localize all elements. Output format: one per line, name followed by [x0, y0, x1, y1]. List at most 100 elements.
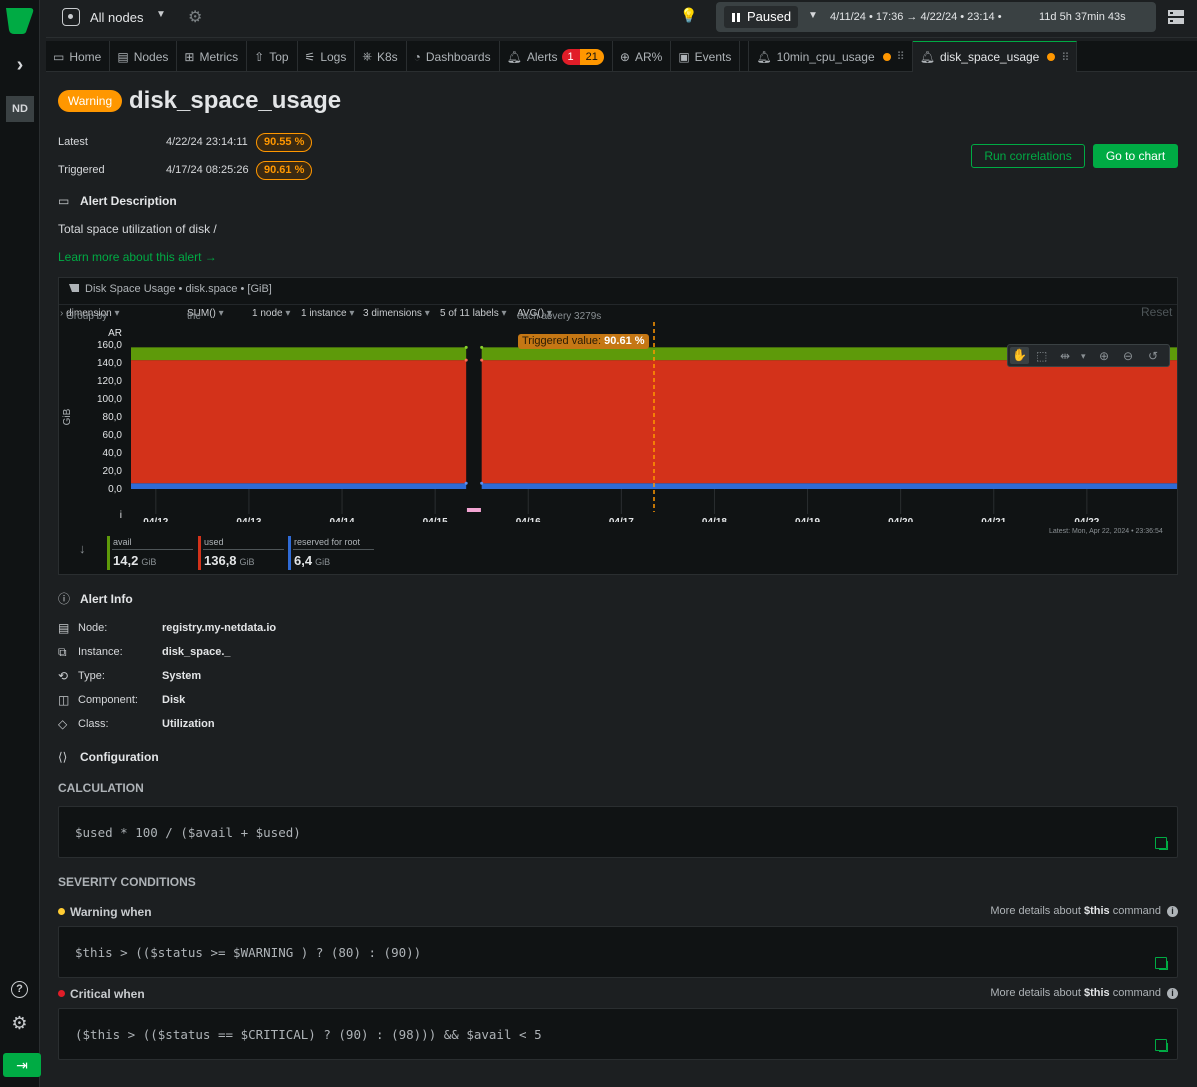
tab-bar: ▭ Home ▤ Nodes ⊞ Metrics ⇧ Top ⚟ Logs ⎈ K8s ◔ D…	[46, 41, 1197, 72]
chevron-down-icon[interactable]: ▼	[808, 10, 818, 21]
annotation-marker	[466, 508, 481, 512]
lightbulb-icon[interactable]: 💡	[680, 7, 697, 24]
horizontal-select-icon[interactable]: ⇹	[1060, 349, 1070, 363]
zoom-out-icon[interactable]: ⊖	[1123, 349, 1133, 363]
labels-filter[interactable]: 5 of 11 labels ▾	[440, 308, 507, 319]
severity-conditions-heading: SEVERITY CONDITIONS	[58, 875, 196, 889]
tab-events[interactable]: ▣ Events	[671, 41, 741, 72]
info-icon[interactable]: i	[1167, 906, 1178, 917]
tab-metrics[interactable]: ⊞ Metrics	[177, 41, 248, 72]
pause-button[interactable]: Paused	[724, 6, 798, 28]
y-tick-label: 140,0	[97, 358, 122, 369]
gap-marker	[480, 358, 484, 362]
tab-anomaly-rate[interactable]: ⊕ AR%	[613, 41, 672, 72]
time-duration-text[interactable]: 11d 5h 37min 43s	[1039, 11, 1126, 23]
gap-marker	[464, 358, 468, 362]
time-aggregation-selector[interactable]: each as AVG() every 3279s ▾	[517, 308, 601, 322]
legend-color-bar	[288, 536, 291, 570]
dimensions-filter[interactable]: 3 dimensions ▾	[363, 308, 430, 319]
tab-disk-space-usage[interactable]: 🔔︎ disk_space_usage ⠿	[912, 41, 1078, 72]
legend-item-avail[interactable]: avail 14,2 GiB	[107, 536, 193, 570]
select-area-icon[interactable]: ⬚	[1036, 349, 1047, 363]
nodes-selector[interactable]: All nodes	[90, 10, 143, 25]
space-avatar[interactable]: ND	[6, 96, 34, 122]
drag-handle-icon[interactable]: ⠿	[1061, 51, 1069, 64]
server-stack-icon[interactable]	[1168, 9, 1184, 25]
legend-color-bar	[107, 536, 110, 570]
chevron-down-icon[interactable]: ▾	[1081, 351, 1086, 362]
x-tick-label: 04/18	[702, 517, 727, 522]
info-key: Node:	[78, 622, 108, 634]
copy-icon[interactable]	[1155, 837, 1168, 850]
triggered-value-badge: 90.61 %	[256, 161, 313, 180]
arrow-down-icon[interactable]: ↓	[79, 541, 86, 556]
page-title: disk_space_usage	[129, 87, 342, 114]
nodes-filter[interactable]: 1 node ▾	[252, 308, 290, 319]
x-tick-label: 04/19	[795, 517, 820, 522]
tab-10min-cpu-usage[interactable]: 🔔︎ 10min_cpu_usage ⠿	[748, 41, 913, 72]
expand-sidebar-icon[interactable]: ›	[9, 54, 31, 76]
room-settings-gear-icon[interactable]: ⚙	[188, 7, 202, 27]
tab-k8s[interactable]: ⎈ K8s	[355, 41, 407, 72]
events-icon: ▣	[678, 49, 690, 64]
chart-title: Disk Space Usage • disk.space • [GiB]	[69, 283, 272, 295]
copy-icon[interactable]	[1155, 1039, 1168, 1052]
chevron-down-icon[interactable]: ▼	[156, 9, 166, 20]
copy-icon[interactable]	[1155, 957, 1168, 970]
legend-value-number: 14,2	[113, 553, 139, 568]
info-key: Type:	[78, 670, 105, 682]
info-icon[interactable]: i	[1167, 988, 1178, 999]
sign-in-button[interactable]: ⇥	[3, 1053, 41, 1077]
triggered-time: 4/17/24 08:25:26	[166, 164, 249, 176]
tab-nodes[interactable]: ▤ Nodes	[110, 41, 178, 72]
legend-value: 14,2 GiB	[113, 553, 156, 568]
tab-label: disk_space_usage	[939, 50, 1040, 64]
info-value: registry.my-netdata.io	[162, 622, 277, 634]
tab-top[interactable]: ⇧ Top	[247, 41, 298, 72]
time-range-text[interactable]: 4/11/24 • 17:36 → 4/22/24 • 23:14 •	[830, 11, 1002, 23]
pan-hand-icon[interactable]: ✋	[1010, 347, 1029, 364]
x-tick-label: 04/14	[330, 517, 355, 522]
chart-icon	[69, 284, 79, 292]
legend-item-reserved-for-root[interactable]: reserved for root 6,4 GiB	[288, 536, 374, 570]
learn-more-link[interactable]: Learn more about this alert →	[58, 250, 217, 264]
run-correlations-button[interactable]: Run correlations	[971, 144, 1085, 168]
critical-more-details-link[interactable]: More details about $this command i	[990, 987, 1178, 999]
warning-more-details-link[interactable]: More details about $this command i	[990, 905, 1178, 917]
aggregation-selector[interactable]: the SUM() ▾	[187, 308, 224, 322]
help-icon[interactable]: ?	[11, 981, 28, 998]
room-icon[interactable]	[62, 8, 80, 26]
tab-home[interactable]: ▭ Home	[46, 41, 111, 72]
tab-label: Top	[269, 49, 289, 64]
go-to-chart-button[interactable]: Go to chart	[1093, 144, 1178, 168]
group-by-selector[interactable]: › Group by dimension ▾	[60, 308, 120, 322]
legend-underline	[203, 549, 284, 550]
zoom-in-icon[interactable]: ⊕	[1099, 349, 1109, 363]
y-tick-label: 100,0	[97, 394, 122, 405]
dashboards-icon: ◔	[413, 49, 421, 64]
info-icon: ⓘ	[58, 592, 71, 606]
reset-zoom-icon[interactable]: ↺	[1148, 349, 1158, 363]
warning-when-heading: Warning when	[58, 905, 152, 919]
critical-label: Critical when	[70, 987, 145, 1001]
x-tick-label: 04/16	[516, 517, 541, 522]
time-picker[interactable]: Paused ▼ 4/11/24 • 17:36 → 4/22/24 • 23:…	[716, 2, 1156, 32]
info-row-class: ◇ Class: Utilization	[58, 717, 658, 732]
gap-marker	[480, 345, 484, 349]
settings-gear-icon[interactable]: ⚙	[10, 1014, 29, 1033]
reset-button[interactable]: Reset	[1141, 305, 1172, 319]
critical-code-box: ($this > (($status == $CRITICAL) ? (90) …	[58, 1008, 1178, 1060]
area-reserved-for-root-1	[481, 483, 1177, 489]
instances-filter[interactable]: 1 instance ▾	[301, 308, 354, 319]
x-tick-label: 04/22	[1074, 517, 1099, 522]
x-tick-label: 04/12	[143, 517, 168, 522]
drag-handle-icon[interactable]: ⠿	[897, 50, 905, 63]
tab-logs[interactable]: ⚟ Logs	[298, 41, 356, 72]
netdata-logo[interactable]	[6, 8, 34, 34]
legend-item-used[interactable]: used 136,8 GiB	[198, 536, 284, 570]
tab-dashboards[interactable]: ◔ Dashboards	[407, 41, 500, 72]
tab-alerts[interactable]: 🔔︎ Alerts 1 21	[500, 41, 613, 72]
latest-label: Latest	[58, 136, 88, 148]
chart-legend: ↓ avail 14,2 GiB used 136,8 GiB reserved f…	[59, 526, 1177, 575]
tab-label: Events	[694, 49, 732, 64]
